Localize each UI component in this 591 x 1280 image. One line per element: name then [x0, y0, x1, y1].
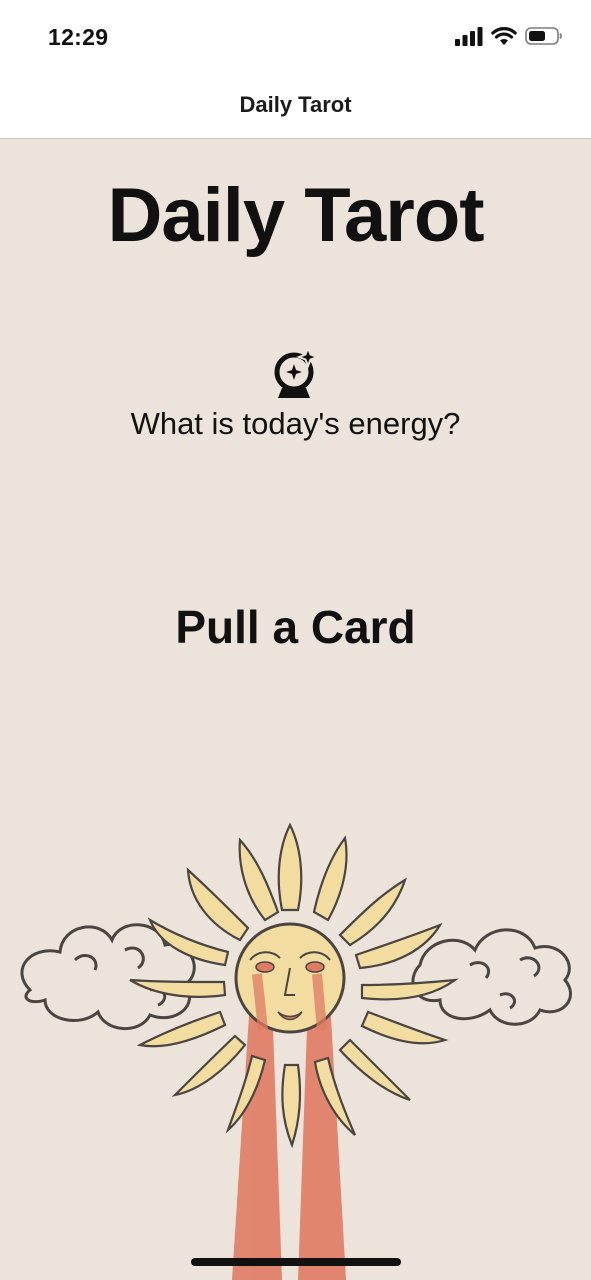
battery-icon [525, 27, 562, 45]
nav-title: Daily Tarot [239, 92, 352, 117]
wifi-icon [491, 27, 517, 45]
navigation-bar: Daily Tarot [0, 76, 591, 139]
page-title: Daily Tarot [107, 173, 484, 258]
pull-card-button[interactable]: Pull a Card [150, 598, 441, 656]
app-screen: 12:29 Daily Tarot Daily Tarot What is to… [0, 0, 591, 1280]
status-bar: 12:29 [0, 0, 591, 76]
subtitle: What is today's energy? [130, 406, 461, 441]
crystal-ball-icon [274, 346, 320, 398]
right-cloud [411, 928, 572, 1026]
status-time: 12:29 [48, 24, 109, 50]
sun-illustration [20, 822, 572, 1280]
status-icons [455, 26, 563, 46]
cellular-signal-icon [455, 27, 483, 46]
sun-face [234, 922, 346, 1034]
home-indicator[interactable] [191, 1258, 401, 1266]
